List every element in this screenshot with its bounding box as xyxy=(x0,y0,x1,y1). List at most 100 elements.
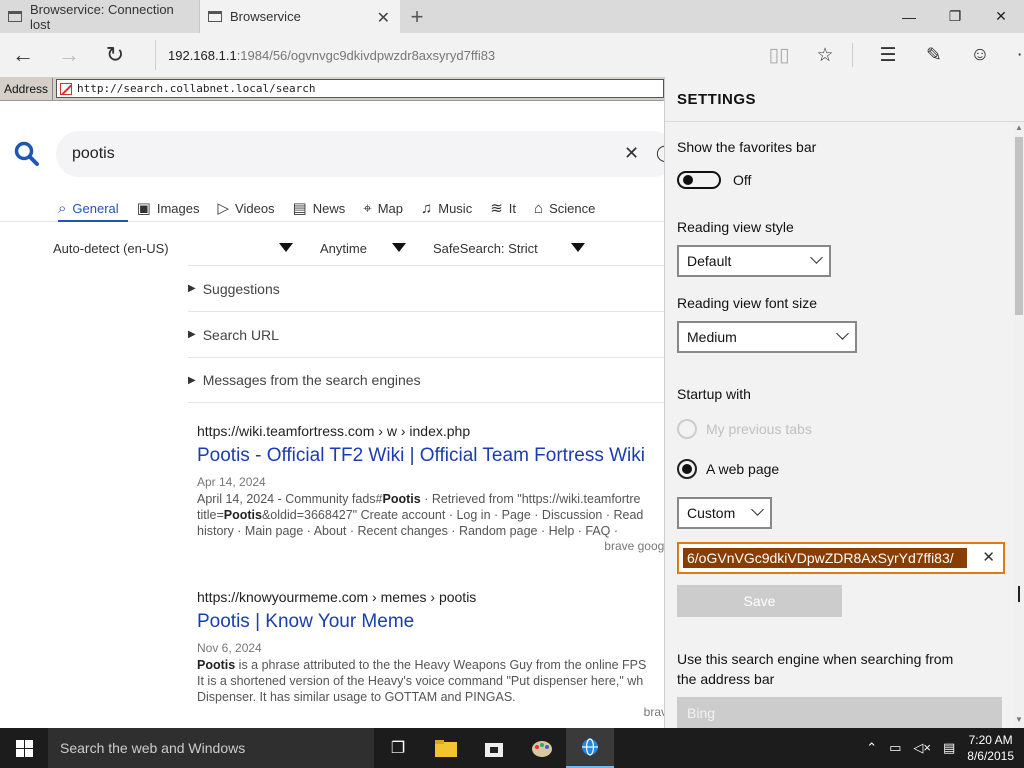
system-tray: ⌃ ▭ ◁× ▤ 7:20 AM 8/6/2015 xyxy=(860,728,1024,768)
reading-font-select[interactable]: Medium xyxy=(677,321,857,353)
startup-label: Startup with xyxy=(677,386,751,402)
url-bar[interactable]: 192.168.1.1:1984/56/ogvnvgc9dkivdpwzdr8a… xyxy=(155,40,755,70)
address-value: http://search.collabnet.local/search xyxy=(77,82,316,95)
new-tab-button[interactable]: + xyxy=(400,0,434,33)
tab-label: Videos xyxy=(235,200,275,216)
clock[interactable]: 7:20 AM 8/6/2015 xyxy=(967,732,1014,764)
tab-it[interactable]: ≋ It xyxy=(490,197,516,219)
snippet-text: history · Main page · About · Recent cha… xyxy=(197,524,619,538)
result-host: https://knowyourmeme.com xyxy=(197,589,369,605)
reading-style-label: Reading view style xyxy=(677,219,794,235)
music-icon: ♫ xyxy=(421,199,433,217)
radio-previous-tabs[interactable] xyxy=(677,419,697,439)
search-input[interactable]: pootis ✕ ◯ xyxy=(56,131,664,177)
category-tabs: ⌕ General ▣ Images ▷ Videos ▤ News ⌖ Map ♫ Mus… xyxy=(58,197,613,219)
web-note-icon[interactable]: ✎ xyxy=(911,33,957,77)
tab-general[interactable]: ⌕ General xyxy=(58,197,119,219)
radio-web-page[interactable] xyxy=(677,459,697,479)
search-query: pootis xyxy=(72,145,115,162)
folder-icon xyxy=(435,739,457,757)
tab-browservice[interactable]: Browservice ✕ xyxy=(200,0,400,33)
store-icon[interactable] xyxy=(470,728,518,768)
scrollbar-thumb[interactable] xyxy=(1015,137,1023,315)
snippet-text: It is a shortened version of the Heavy's… xyxy=(197,674,644,688)
hub-icon[interactable]: ☰ xyxy=(865,33,911,77)
clear-input-icon[interactable]: ✕ xyxy=(982,548,995,566)
tab-images[interactable]: ▣ Images xyxy=(137,197,200,219)
scroll-up-icon[interactable]: ▲ xyxy=(1015,123,1023,132)
reading-style-select[interactable]: Default xyxy=(677,245,831,277)
browservice-address-bar: Address http://search.collabnet.local/se… xyxy=(0,77,664,101)
navigation-bar: ← → ↻ 192.168.1.1:1984/56/ogvnvgc9dkivdp… xyxy=(0,33,1024,77)
action-center-icon[interactable]: ▤ xyxy=(943,740,955,756)
chevron-down-icon[interactable] xyxy=(392,243,406,252)
taskbar-search[interactable]: Search the web and Windows xyxy=(48,728,374,768)
chevron-down-icon[interactable] xyxy=(571,243,585,252)
safesearch-select[interactable]: SafeSearch: Strict xyxy=(433,241,538,256)
close-window-button[interactable]: ✕ xyxy=(978,0,1024,33)
accordion-engine-messages[interactable]: ▶ Messages from the search engines xyxy=(188,357,664,403)
map-pin-icon: ⌖ xyxy=(363,199,372,217)
back-button[interactable]: ← xyxy=(0,33,46,77)
file-explorer-icon[interactable] xyxy=(422,728,470,768)
forward-button[interactable]: → xyxy=(46,33,92,77)
tab-news[interactable]: ▤ News xyxy=(293,197,346,219)
layers-icon: ≋ xyxy=(490,200,503,217)
play-icon: ▷ xyxy=(217,200,230,217)
favorite-star-icon[interactable]: ☆ xyxy=(802,33,848,77)
tab-label: It xyxy=(508,200,517,216)
tab-music[interactable]: ♫ Music xyxy=(421,197,472,219)
chevron-down-icon[interactable] xyxy=(279,243,293,252)
maximize-button[interactable]: ❐ xyxy=(932,0,978,33)
accordion-search-url[interactable]: ▶ Search URL xyxy=(188,311,664,357)
task-view-icon[interactable]: ❐ xyxy=(374,728,422,768)
favorites-bar-toggle[interactable] xyxy=(677,171,721,189)
address-input[interactable]: http://search.collabnet.local/search xyxy=(56,79,664,98)
snippet-text: title= xyxy=(197,508,224,522)
settings-panel: SETTINGS Show the favorites bar Off Read… xyxy=(664,77,1024,728)
refresh-button[interactable]: ↻ xyxy=(92,33,138,77)
result-title-link[interactable]: Pootis | Know Your Meme xyxy=(197,611,664,633)
minimize-button[interactable]: — xyxy=(886,0,932,33)
clear-search-icon[interactable]: ✕ xyxy=(624,143,639,164)
tab-map[interactable]: ⌖ Map xyxy=(363,197,403,219)
image-icon: ▣ xyxy=(136,200,151,217)
result-title-link[interactable]: Pootis - Official TF2 Wiki | Official Te… xyxy=(197,445,664,467)
result-url[interactable]: https://wiki.teamfortress.com › w › inde… xyxy=(197,423,664,439)
tab-connection-lost[interactable]: Browservice: Connection lost xyxy=(0,0,200,33)
radio-web-page-label: A web page xyxy=(706,461,780,477)
reading-view-icon[interactable]: ▯▯ xyxy=(756,33,802,77)
search-engine-select[interactable]: Bing xyxy=(677,697,1002,728)
tab-videos[interactable]: ▷ Videos xyxy=(217,197,274,219)
time-range-select[interactable]: Anytime xyxy=(320,241,367,256)
close-tab-icon[interactable]: ✕ xyxy=(377,8,390,28)
scroll-down-icon[interactable]: ▼ xyxy=(1015,715,1023,724)
save-button[interactable]: Save xyxy=(677,585,842,617)
startup-url-input[interactable]: 6/oGVnVGc9dkiVDpwZDR8AxSyrYd7ffi83/ ✕ xyxy=(677,542,1005,574)
result-engines: brav xyxy=(643,705,664,719)
palette-icon xyxy=(532,741,552,757)
start-button[interactable] xyxy=(0,728,48,768)
language-select[interactable]: Auto-detect (en-US) xyxy=(53,241,169,256)
newspaper-icon: ▤ xyxy=(292,200,307,217)
more-icon[interactable]: ··· xyxy=(1003,33,1024,77)
tab-science[interactable]: ⌂ Science xyxy=(534,197,595,219)
tab-bar: Browservice: Connection lost Browservice… xyxy=(0,0,1024,33)
search-engine-label-cont: the address bar xyxy=(677,671,775,687)
page-content: pootis ✕ ◯ ⌕ General ▣ Images ▷ Videos ▤ New… xyxy=(0,101,664,728)
volume-muted-icon[interactable]: ◁× xyxy=(913,740,931,756)
search-logo-icon[interactable] xyxy=(14,141,40,167)
paint-icon[interactable] xyxy=(518,728,566,768)
network-icon[interactable]: ▭ xyxy=(889,740,901,756)
windows-logo-icon xyxy=(15,739,33,757)
browser-app-icon[interactable] xyxy=(566,728,614,768)
search-submit-icon[interactable]: ◯ xyxy=(656,143,664,163)
chevron-up-icon[interactable]: ⌃ xyxy=(866,740,877,756)
result-url[interactable]: https://knowyourmeme.com › memes › pooti… xyxy=(197,589,664,605)
startup-page-type-select[interactable]: Custom xyxy=(677,497,772,529)
clock-time: 7:20 AM xyxy=(968,733,1013,747)
result-snippet: April 14, 2024 - Community fads#Pootis ·… xyxy=(197,491,664,539)
feedback-smiley-icon[interactable]: ☺ xyxy=(957,33,1003,77)
accordion-label: Search URL xyxy=(202,326,279,343)
accordion-suggestions[interactable]: ▶ Suggestions xyxy=(188,265,664,311)
